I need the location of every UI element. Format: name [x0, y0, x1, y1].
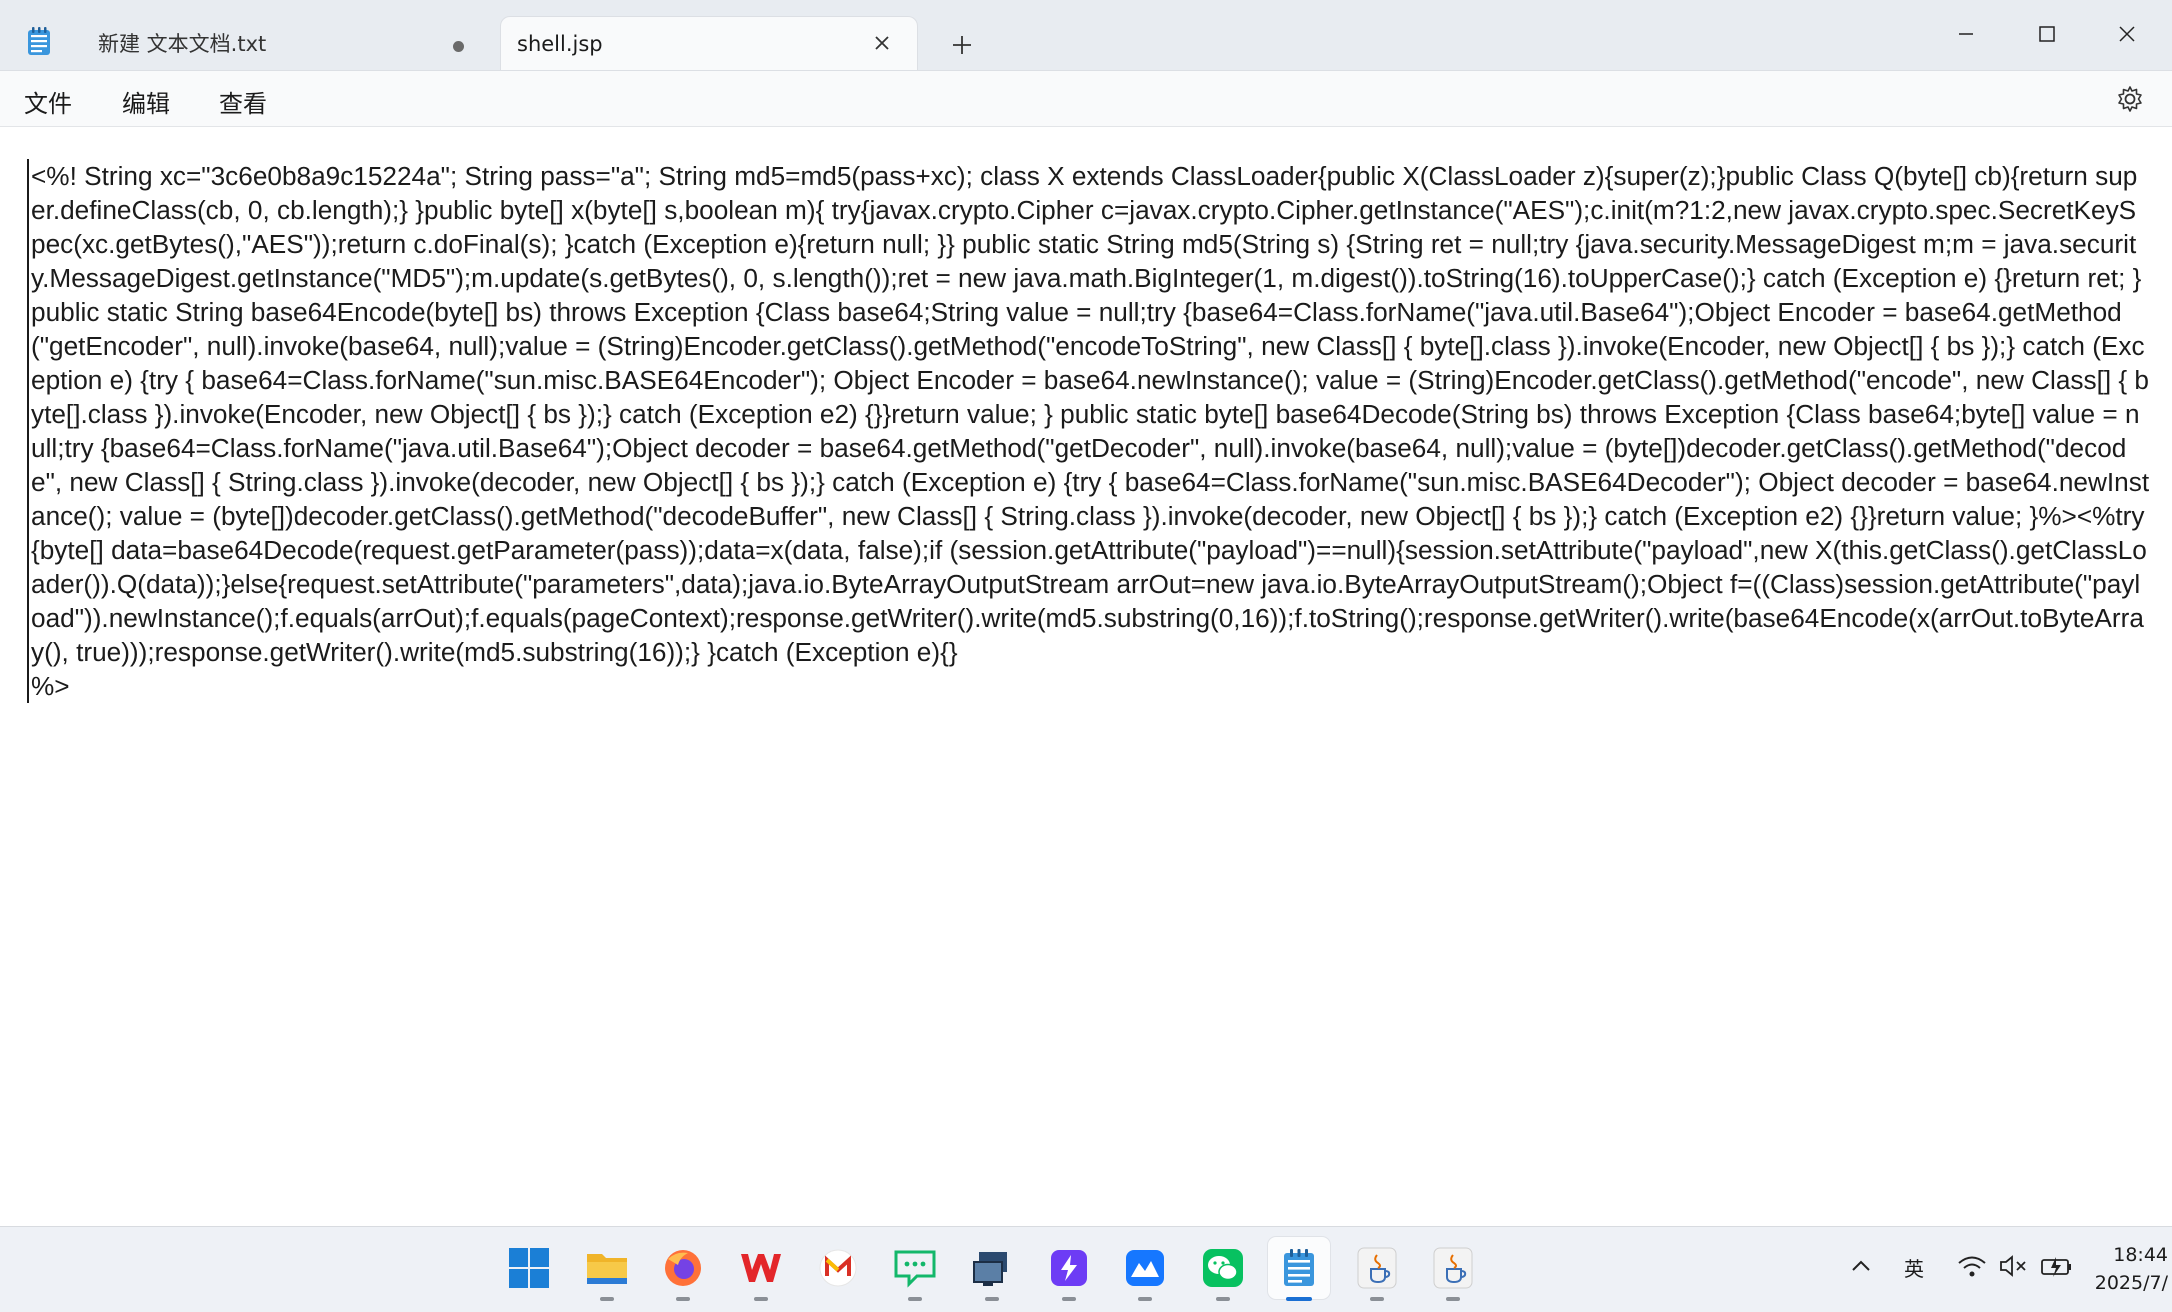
- editor-content[interactable]: <%! String xc="3c6e0b8a9c15224a"; String…: [27, 159, 2150, 703]
- wps-office-icon: [741, 1254, 781, 1282]
- ime-indicator[interactable]: 英: [1904, 1253, 1924, 1282]
- chevron-up-icon[interactable]: [1850, 1257, 1872, 1273]
- tab-label: shell.jsp: [517, 31, 603, 56]
- volume-muted-icon[interactable]: [1998, 1253, 2030, 1279]
- taskbar-chat[interactable]: [884, 1237, 946, 1301]
- taskbar-wps-office[interactable]: [730, 1237, 792, 1301]
- taskbar-cloud-app[interactable]: [1114, 1237, 1176, 1301]
- mail-icon: [819, 1249, 857, 1287]
- cloud-app-icon: [1126, 1250, 1164, 1286]
- close-window-icon[interactable]: [2105, 12, 2149, 56]
- maximize-icon[interactable]: [2025, 12, 2069, 56]
- running-indicator: [1138, 1297, 1152, 1301]
- tab-new-text-document[interactable]: 新建 文本文档.txt: [80, 16, 490, 70]
- taskbar-firefox[interactable]: [652, 1237, 714, 1301]
- running-indicator: [754, 1297, 768, 1301]
- running-indicator: [1370, 1297, 1384, 1301]
- running-indicator: [676, 1297, 690, 1301]
- running-indicator: [908, 1297, 922, 1301]
- taskbar-java-1[interactable]: [1346, 1237, 1408, 1301]
- battery-charging-icon[interactable]: [2040, 1253, 2074, 1279]
- lightning-app-icon: [1051, 1250, 1087, 1286]
- menu-file[interactable]: 文件: [24, 84, 72, 119]
- wechat-icon: [1203, 1249, 1243, 1287]
- file-explorer-icon: [587, 1254, 627, 1284]
- taskbar-wechat[interactable]: [1192, 1237, 1254, 1301]
- running-indicator: [600, 1297, 614, 1301]
- start-icon: [509, 1248, 549, 1288]
- java-icon: [1357, 1247, 1397, 1289]
- minimize-icon[interactable]: [1944, 12, 1988, 56]
- menu-view[interactable]: 查看: [219, 84, 267, 119]
- clock-date: 2025/7/: [2094, 1272, 2168, 1294]
- running-indicator: [1062, 1297, 1076, 1301]
- clock-time: 18:44: [2113, 1244, 2168, 1266]
- notepad-icon: [1284, 1249, 1314, 1286]
- clock[interactable]: 18:44 2025/7/: [2095, 1241, 2168, 1297]
- taskbar-java-2[interactable]: [1422, 1237, 1484, 1301]
- wifi-icon[interactable]: [1956, 1253, 1988, 1279]
- settings-gear-icon[interactable]: [2115, 84, 2145, 114]
- text-editor[interactable]: <%! String xc="3c6e0b8a9c15224a"; String…: [0, 127, 2172, 1225]
- close-tab-icon[interactable]: [871, 32, 893, 54]
- tab-label: 新建 文本文档.txt: [98, 32, 267, 56]
- firefox-icon: [665, 1250, 701, 1286]
- chat-icon: [894, 1250, 936, 1288]
- new-tab-icon[interactable]: [945, 28, 979, 62]
- taskbar: 英 18:44 2025/7/: [0, 1226, 2172, 1312]
- remote-desktop-icon: [973, 1252, 1007, 1286]
- active-indicator: [1286, 1297, 1312, 1301]
- running-indicator: [1216, 1297, 1230, 1301]
- taskbar-lightning-app[interactable]: [1038, 1237, 1100, 1301]
- menu-edit[interactable]: 编辑: [122, 84, 170, 119]
- running-indicator: [1446, 1297, 1460, 1301]
- tab-shell-jsp[interactable]: shell.jsp: [500, 16, 918, 70]
- menu-bar: 文件 编辑 查看: [0, 71, 2172, 127]
- taskbar-mail[interactable]: [807, 1237, 869, 1299]
- taskbar-notepad[interactable]: [1268, 1237, 1330, 1301]
- title-bar: 新建 文本文档.txt shell.jsp: [0, 0, 2172, 71]
- java-icon: [1433, 1247, 1473, 1289]
- start-button[interactable]: [498, 1237, 560, 1299]
- running-indicator: [985, 1297, 999, 1301]
- unsaved-dot-icon: [453, 41, 464, 52]
- notepad-app-icon: [28, 27, 50, 55]
- taskbar-file-explorer[interactable]: [576, 1237, 638, 1301]
- taskbar-remote-desktop[interactable]: [961, 1237, 1023, 1301]
